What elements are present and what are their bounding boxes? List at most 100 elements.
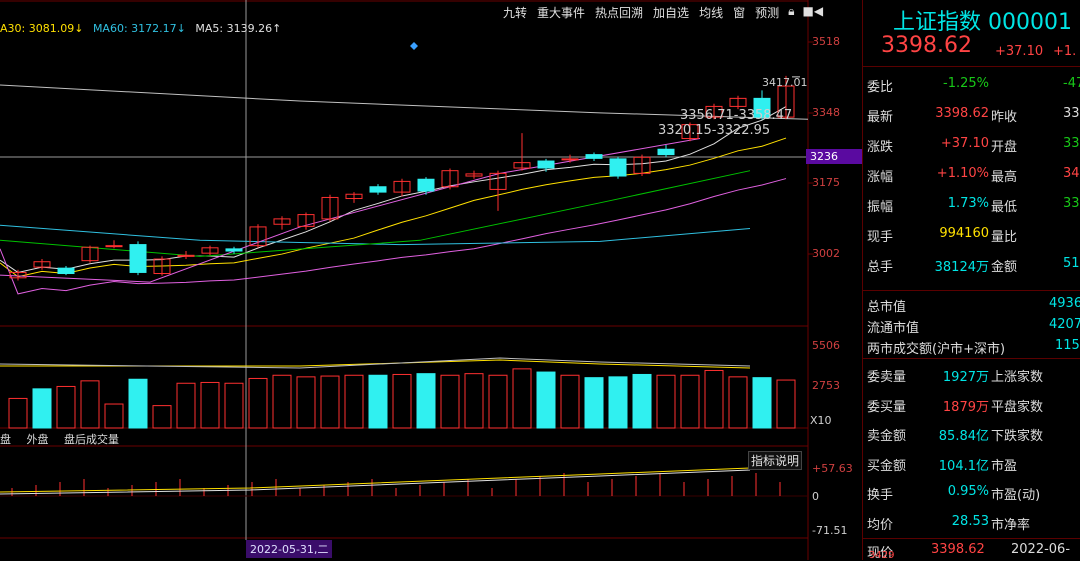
index-change: +37.10 [995,44,1044,59]
quote-key-2: 金额 [991,260,1018,275]
toolbar-moving-average[interactable]: 均线 [694,2,728,23]
toolbar-window[interactable]: 窗 [728,2,750,23]
order-row: 卖金额 85.84亿 下跌家数 [863,419,1080,448]
quote-key: 涨跌 [867,140,894,155]
quote-key: 涨幅 [867,170,894,185]
volume-bar [752,377,772,429]
exit-icon[interactable]: ■◀ [799,2,828,23]
order-key-2: 平盘家数 [991,399,1044,415]
quote-value-2: 335 [1063,196,1080,211]
order-row: 委买量 1879万 平盘家数 [863,390,1080,419]
ma20-line [0,138,701,283]
ma60-line [0,224,751,246]
index-code: 000001 [988,10,1072,35]
order-row: 委卖量 1927万 上涨家数 [863,360,1080,389]
quote-key: 最新 [867,110,894,125]
order-row: 换手 0.95% 市盈(动) [863,478,1080,507]
quote-row: 总手 38124万 金额 51 [863,250,1080,279]
market-value: 115 [1055,338,1080,353]
volume-bar [224,382,244,429]
volume-bar [488,374,508,429]
toolbar-add-watchlist[interactable]: 加自选 [648,2,694,23]
candle-body [417,178,435,192]
event-marker-icon [410,42,418,50]
toolbar-major-events[interactable]: 重大事件 [532,2,590,23]
quote-value: +1.10% [936,166,989,181]
price-axis-crosshair: 3236 [806,149,862,164]
candle-body [225,248,243,252]
range-annotation-1: 3356.71-3358.47 [680,108,793,123]
divider [863,290,1080,291]
divider [863,358,1080,359]
volume-bar [8,397,28,429]
small-price: 3429 [869,550,895,561]
order-key-2: 上涨家数 [991,370,1044,385]
volume-bar [608,376,628,429]
order-key-2: 市净率 [991,517,1031,533]
volume-bar [416,373,436,429]
volume-bar [344,374,364,429]
toolbar-forecast[interactable]: 预测 [750,2,784,23]
quote-panel: 上证指数 000001 3398.62 +37.10 +1. 委比 -1.25%… [862,0,1080,561]
quote-row: 委比 -1.25% -47 [863,70,1080,99]
quote-key-2: 昨收 [991,110,1018,125]
lock-icon[interactable]: 🔒︎ [784,2,798,23]
quote-value: 38124万 [934,260,989,275]
toolbar-hot-review[interactable]: 热点回溯 [590,2,648,23]
market-key: 总市值 [867,300,907,315]
order-row: 买金额 104.1亿 市盈 [863,449,1080,478]
volume-bar [296,376,316,429]
order-value: 1927万 [942,370,989,385]
indicator-axis-label: -71.51 [812,524,848,537]
indicator-line [0,467,751,493]
order-key-2: 下跌家数 [991,429,1044,444]
order-row: 均价 28.53 市净率 [863,508,1080,537]
price-axis-label: 3002 [812,247,840,260]
kline-chart[interactable] [0,0,862,560]
order-key-2: 市盈 [991,458,1018,474]
quote-value: 1.73% [947,196,989,211]
volume-bar [704,369,724,429]
index-title: 上证指数 000001 [893,4,1072,36]
quote-key: 现手 [867,230,894,245]
tab-inner[interactable]: 盘 [0,433,11,446]
price-axis-label: 3348 [812,106,840,119]
range-annotation-2: 3320.15-3322.95 [658,123,771,138]
order-value: 85.84亿 [938,429,989,444]
volume-bar [728,376,748,429]
volume-bar [584,377,604,429]
quote-value: 3398.62 [935,106,989,121]
tab-after-hours[interactable]: 盘后成交量 [64,433,119,446]
tab-outer[interactable]: 外盘 [27,433,49,446]
volume-axis-label: 5506 [812,339,840,352]
quote-row: 振幅 1.73% 最低 335 [863,190,1080,219]
quote-row: 涨跌 +37.10 开盘 335 [863,130,1080,159]
candle-body [57,267,75,275]
indicator-help-button[interactable]: 指标说明 [748,451,803,470]
volume-bar [272,374,292,429]
order-key: 委卖量 [867,370,907,385]
quote-value: 994160 [939,226,989,241]
price-axis-label: 3175 [812,176,840,189]
quote-value-2: 335 [1063,136,1080,151]
quote-value: +37.10 [940,136,989,151]
high-annotation: 3417.01 [762,76,808,89]
current-price-value: 3398.62 [931,542,985,557]
quote-key-2: 最高 [991,170,1018,185]
ma30-line [0,170,751,257]
quote-value-2: -47 [1063,76,1080,91]
candle-body [609,158,627,177]
toolbar-jiuzhuan[interactable]: 九转 [498,2,532,23]
ma-legend: A30: 3081.09↓ MA60: 3172.17↓ MA5: 3139.2… [0,22,287,35]
volume-bar [368,374,388,429]
divider [863,66,1080,67]
current-date: 2022-06- [1011,542,1071,557]
candle-body [537,160,555,169]
crosshair-date: 2022-05-31,二 [246,540,333,558]
candle-body [129,244,147,273]
ma5-label: MA5: 3139.26↑ [195,22,282,35]
order-value: 28.53 [951,513,989,529]
ma60-label: MA60: 3172.17↓ [92,22,186,35]
quote-key-2: 开盘 [991,140,1018,155]
ma20-line [0,178,787,295]
